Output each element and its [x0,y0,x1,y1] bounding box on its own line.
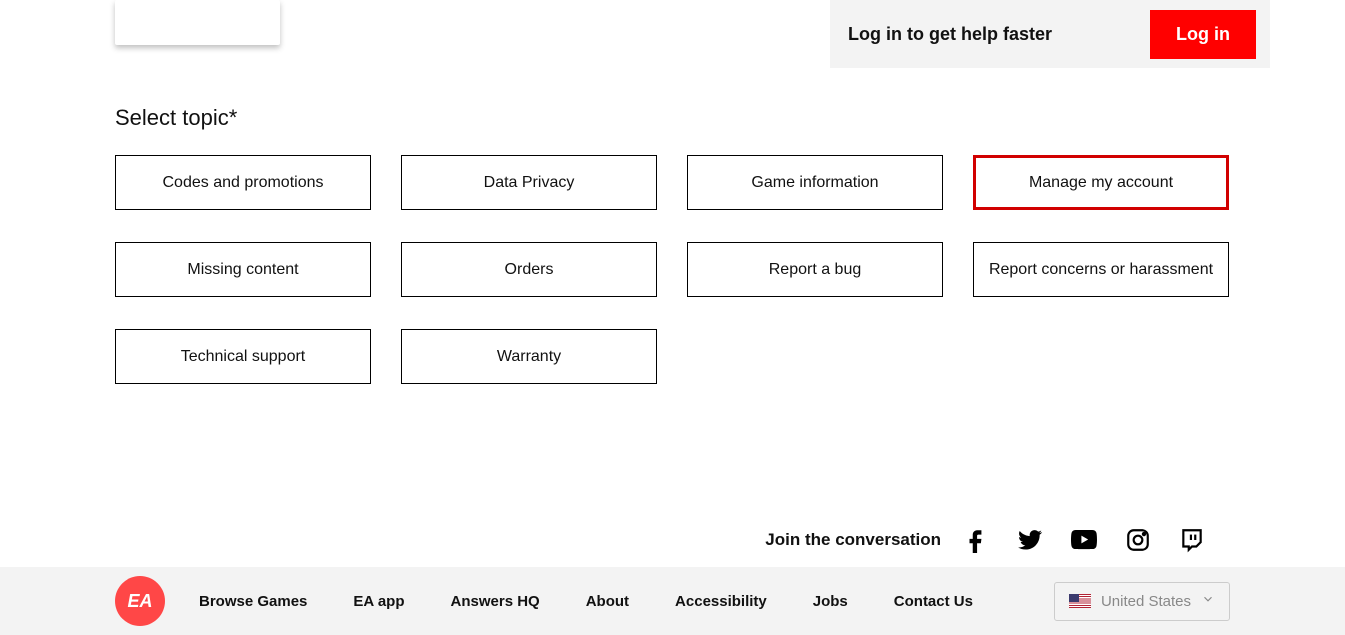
footer-link-about[interactable]: About [586,593,629,610]
ea-logo[interactable]: EA [115,576,165,626]
footer-link-ea-app[interactable]: EA app [353,593,404,610]
topic-warranty[interactable]: Warranty [401,329,657,384]
region-text: United States [1101,593,1191,610]
us-flag-icon [1069,594,1091,608]
game-image-card[interactable] [115,0,280,45]
login-prompt-text: Log in to get help faster [848,24,1052,45]
youtube-icon[interactable] [1071,527,1097,553]
topic-selection-section: Select topic* Codes and promotions Data … [115,105,1230,384]
chevron-down-icon [1201,592,1215,611]
login-prompt-bar: Log in to get help faster Log in [830,0,1270,68]
topic-orders[interactable]: Orders [401,242,657,297]
topic-data-privacy[interactable]: Data Privacy [401,155,657,210]
topic-missing-content[interactable]: Missing content [115,242,371,297]
topic-codes-and-promotions[interactable]: Codes and promotions [115,155,371,210]
topic-report-a-bug[interactable]: Report a bug [687,242,943,297]
footer: EA Browse Games EA app Answers HQ About … [0,567,1345,635]
social-section: Join the conversation [765,527,1205,553]
instagram-icon[interactable] [1125,527,1151,553]
facebook-icon[interactable] [963,527,989,553]
footer-link-contact-us[interactable]: Contact Us [894,593,973,610]
twitch-icon[interactable] [1179,527,1205,553]
footer-link-browse-games[interactable]: Browse Games [199,593,307,610]
twitter-icon[interactable] [1017,527,1043,553]
footer-link-jobs[interactable]: Jobs [813,593,848,610]
footer-link-accessibility[interactable]: Accessibility [675,593,767,610]
topic-technical-support[interactable]: Technical support [115,329,371,384]
topic-report-concerns[interactable]: Report concerns or harassment [973,242,1229,297]
topic-game-information[interactable]: Game information [687,155,943,210]
topic-grid: Codes and promotions Data Privacy Game i… [115,155,1230,384]
footer-link-answers-hq[interactable]: Answers HQ [451,593,540,610]
region-selector[interactable]: United States [1054,582,1230,621]
social-text: Join the conversation [765,530,941,550]
topic-manage-my-account[interactable]: Manage my account [973,155,1229,210]
select-topic-heading: Select topic* [115,105,1230,131]
login-button[interactable]: Log in [1150,10,1256,59]
footer-links: Browse Games EA app Answers HQ About Acc… [199,593,973,610]
